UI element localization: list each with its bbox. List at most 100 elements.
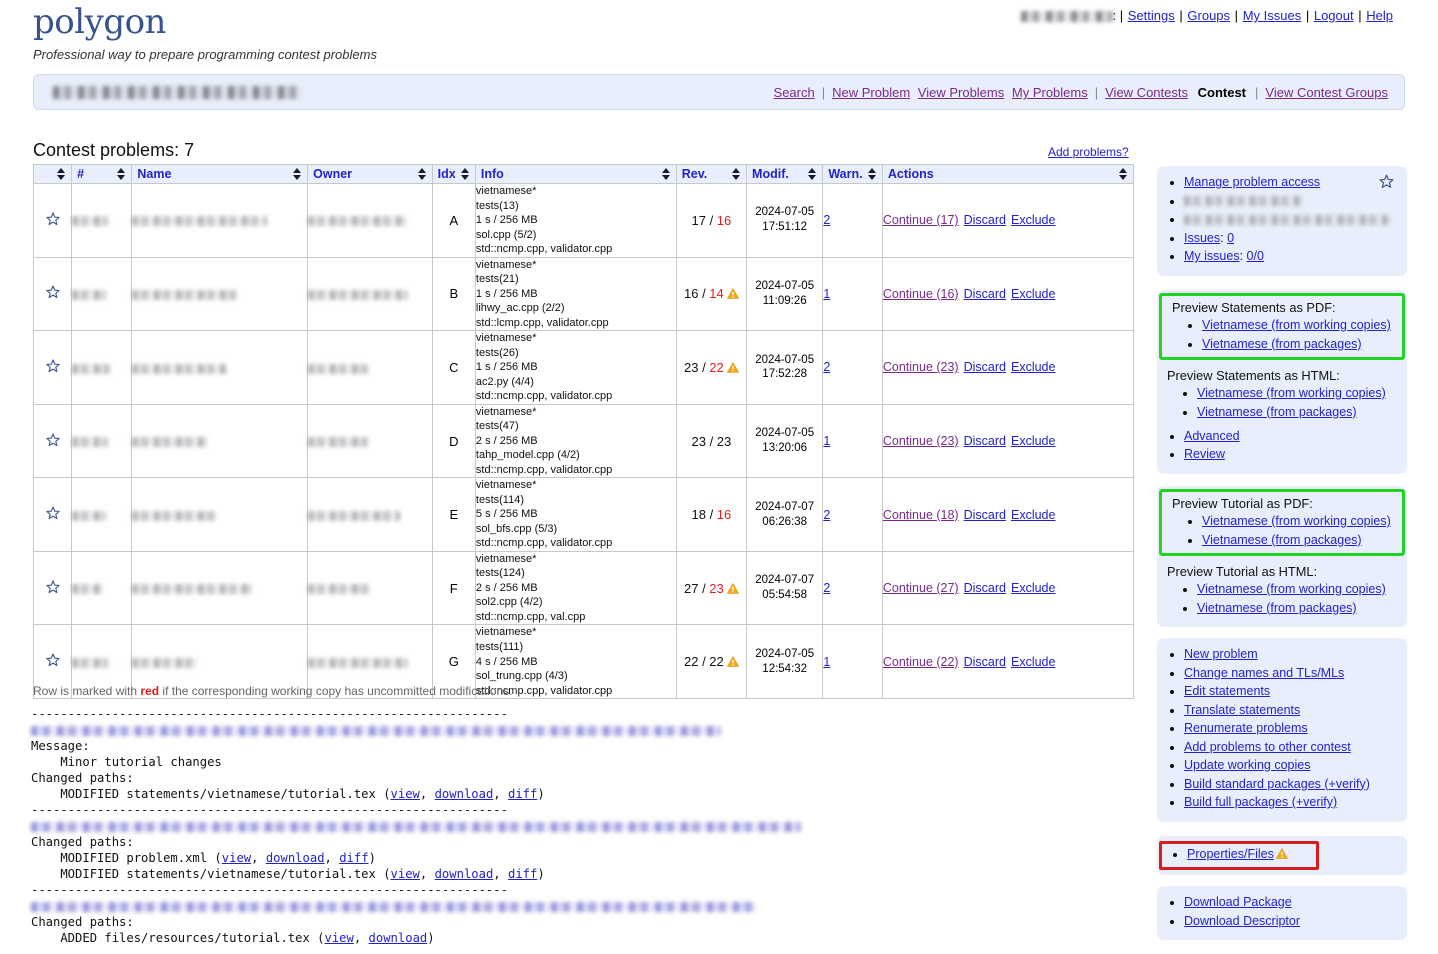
th-rev[interactable]: Rev. bbox=[675, 164, 748, 184]
th-idx[interactable]: Idx bbox=[431, 164, 476, 184]
favorite-star-icon[interactable] bbox=[1378, 173, 1395, 190]
th-modif[interactable]: Modif. bbox=[746, 164, 824, 184]
problem-name-cell[interactable] bbox=[131, 256, 309, 332]
nav-new-problem[interactable]: New Problem bbox=[832, 85, 910, 100]
discard-link[interactable]: Discard bbox=[964, 655, 1006, 669]
statements-pdf-working-copies-link[interactable]: Vietnamese (from working copies) bbox=[1202, 318, 1391, 332]
sort-arrows-icon[interactable] bbox=[867, 168, 877, 180]
th-warn[interactable]: Warn. bbox=[822, 164, 883, 184]
favorite-star-icon[interactable] bbox=[45, 652, 61, 668]
list-item[interactable]: Manage problem access bbox=[1184, 174, 1407, 191]
list-item[interactable]: Issues: 0 bbox=[1184, 230, 1407, 247]
discard-link[interactable]: Discard bbox=[964, 508, 1006, 522]
th-name[interactable]: Name bbox=[131, 164, 309, 184]
problem-warnings-cell[interactable]: 2 bbox=[822, 477, 883, 552]
warnings-count-link[interactable]: 2 bbox=[823, 213, 830, 227]
exclude-link[interactable]: Exclude bbox=[1011, 287, 1055, 301]
favorite-cell[interactable] bbox=[32, 256, 73, 332]
nav-view-problems[interactable]: View Problems bbox=[918, 85, 1004, 100]
verify-link[interactable]: (+verify) bbox=[1321, 777, 1370, 791]
log-download-link[interactable]: download bbox=[369, 931, 428, 945]
favorite-cell[interactable] bbox=[32, 183, 73, 258]
action-link[interactable]: New problem bbox=[1184, 647, 1258, 661]
favorite-cell[interactable] bbox=[32, 330, 73, 405]
sort-arrows-icon[interactable] bbox=[1119, 168, 1128, 180]
problem-name-cell[interactable] bbox=[131, 183, 309, 258]
problem-warnings-cell[interactable]: 1 bbox=[822, 624, 883, 700]
list-item[interactable]: Download Descriptor bbox=[1184, 913, 1407, 930]
nav-view-contest-groups[interactable]: View Contest Groups bbox=[1265, 85, 1388, 100]
topnav-groups[interactable]: Groups bbox=[1187, 8, 1230, 23]
sort-arrows-icon[interactable] bbox=[808, 168, 817, 180]
action-link[interactable]: Change names and TLs/MLs bbox=[1184, 666, 1344, 680]
exclude-link[interactable]: Exclude bbox=[1011, 213, 1055, 227]
action-link[interactable]: Update working copies bbox=[1184, 758, 1310, 772]
favorite-star-icon[interactable] bbox=[45, 284, 61, 300]
th-number[interactable]: # bbox=[71, 164, 133, 184]
list-item[interactable]: Review bbox=[1184, 446, 1407, 463]
problem-name-cell[interactable] bbox=[131, 330, 309, 405]
log-download-link[interactable]: download bbox=[266, 851, 325, 865]
list-item[interactable]: Vietnamese (from working copies) bbox=[1197, 581, 1407, 598]
list-item[interactable]: Edit statements bbox=[1184, 683, 1407, 700]
list-item[interactable]: Build standard packages (+verify) bbox=[1184, 776, 1407, 793]
sort-arrows-icon[interactable] bbox=[732, 168, 741, 180]
list-item[interactable]: Translate statements bbox=[1184, 702, 1407, 719]
warnings-count-link[interactable]: 1 bbox=[823, 655, 830, 669]
tutorial-pdf-packages-link[interactable]: Vietnamese (from packages) bbox=[1202, 533, 1362, 547]
list-item[interactable]: Add problems to other contest bbox=[1184, 739, 1407, 756]
add-problems-link[interactable]: Add problems? bbox=[1048, 145, 1129, 159]
topnav-logout[interactable]: Logout bbox=[1314, 8, 1354, 23]
problem-name-cell[interactable] bbox=[131, 477, 309, 552]
list-item[interactable]: Advanced bbox=[1184, 428, 1407, 445]
log-diff-link[interactable]: diff bbox=[339, 851, 368, 865]
favorite-star-icon[interactable] bbox=[45, 211, 61, 227]
list-item[interactable]: Change names and TLs/MLs bbox=[1184, 665, 1407, 682]
favorite-star-icon[interactable] bbox=[45, 505, 61, 521]
sort-arrows-icon[interactable] bbox=[117, 168, 126, 180]
action-link[interactable]: Edit statements bbox=[1184, 684, 1270, 698]
discard-link[interactable]: Discard bbox=[964, 434, 1006, 448]
list-item[interactable]: Renumerate problems bbox=[1184, 720, 1407, 737]
warnings-count-link[interactable]: 2 bbox=[823, 581, 830, 595]
problem-name-cell[interactable] bbox=[131, 550, 309, 626]
discard-link[interactable]: Discard bbox=[964, 287, 1006, 301]
exclude-link[interactable]: Exclude bbox=[1011, 581, 1055, 595]
log-diff-link[interactable]: diff bbox=[508, 787, 537, 801]
problem-warnings-cell[interactable]: 2 bbox=[822, 330, 883, 405]
list-item[interactable]: Properties/Files bbox=[1187, 846, 1316, 863]
problem-name-cell[interactable] bbox=[131, 403, 309, 479]
action-link[interactable]: Add problems to other contest bbox=[1184, 740, 1351, 754]
tutorial-html-working-copies-link[interactable]: Vietnamese (from working copies) bbox=[1197, 582, 1386, 596]
log-diff-link[interactable]: diff bbox=[508, 867, 537, 881]
problem-warnings-cell[interactable]: 1 bbox=[822, 256, 883, 332]
continue-link[interactable]: Continue (27) bbox=[883, 581, 959, 595]
site-logo[interactable]: polygon bbox=[33, 2, 166, 42]
continue-link[interactable]: Continue (22) bbox=[883, 655, 959, 669]
tutorial-pdf-working-copies-link[interactable]: Vietnamese (from working copies) bbox=[1202, 514, 1391, 528]
list-item[interactable]: Vietnamese (from packages) bbox=[1202, 532, 1402, 549]
statements-html-working-copies-link[interactable]: Vietnamese (from working copies) bbox=[1197, 386, 1386, 400]
log-view-link[interactable]: view bbox=[391, 867, 420, 881]
continue-link[interactable]: Continue (18) bbox=[883, 508, 959, 522]
th-info[interactable]: Info bbox=[474, 164, 677, 184]
list-item[interactable]: My issues: 0/0 bbox=[1184, 248, 1407, 265]
list-item[interactable]: Build full packages (+verify) bbox=[1184, 794, 1407, 811]
favorite-star-icon[interactable] bbox=[45, 358, 61, 374]
favorite-cell[interactable] bbox=[32, 550, 73, 626]
nav-search[interactable]: Search bbox=[774, 85, 815, 100]
sort-arrows-icon[interactable] bbox=[661, 168, 671, 180]
continue-link[interactable]: Continue (23) bbox=[883, 434, 959, 448]
sort-arrows-icon[interactable] bbox=[293, 168, 302, 180]
list-item[interactable]: Vietnamese (from working copies) bbox=[1197, 385, 1407, 402]
download-descriptor-link[interactable]: Download Descriptor bbox=[1184, 914, 1300, 928]
favorite-star-icon[interactable] bbox=[45, 579, 61, 595]
issues-link[interactable]: Issues bbox=[1184, 231, 1220, 245]
list-item[interactable]: Vietnamese (from packages) bbox=[1197, 600, 1407, 617]
my-issues-count[interactable]: 0/0 bbox=[1247, 249, 1264, 263]
review-link[interactable]: Review bbox=[1184, 447, 1225, 461]
log-view-link[interactable]: view bbox=[391, 787, 420, 801]
discard-link[interactable]: Discard bbox=[964, 213, 1006, 227]
advanced-link[interactable]: Advanced bbox=[1184, 429, 1240, 443]
nav-contest-current[interactable]: Contest bbox=[1198, 85, 1246, 100]
